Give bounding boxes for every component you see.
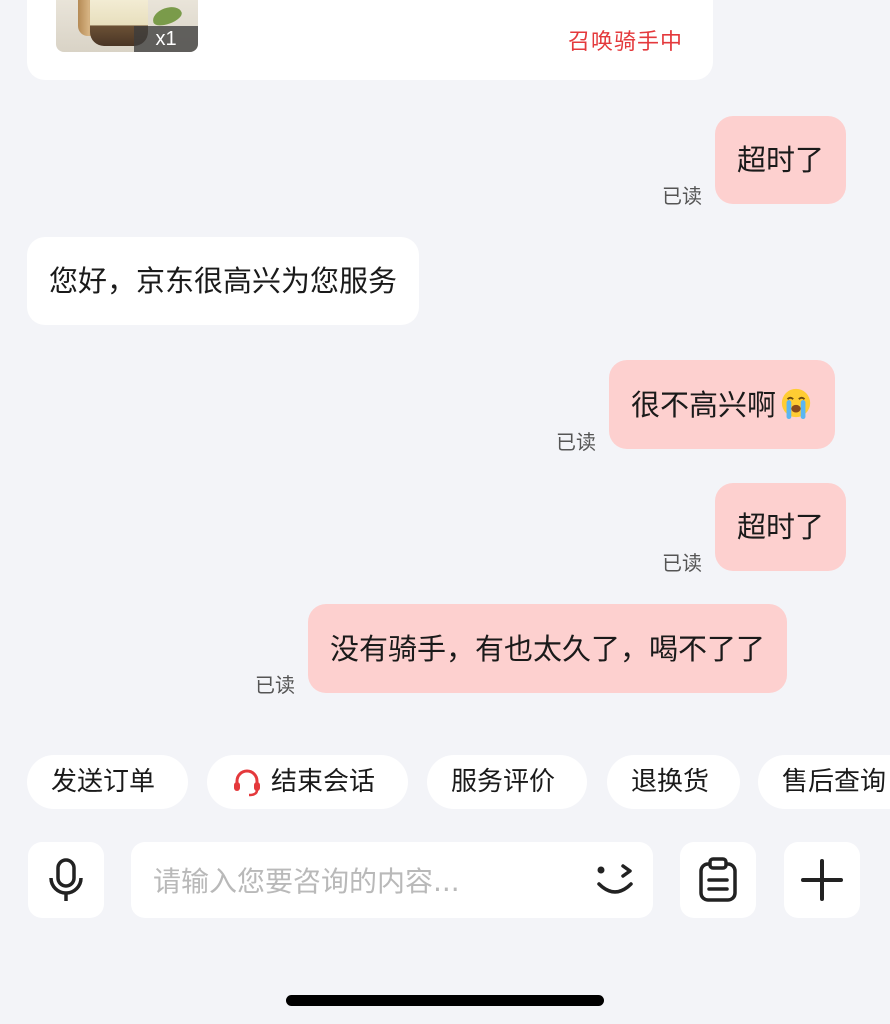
delivery-status: 召唤骑手中 [568, 30, 684, 55]
home-indicator[interactable] [286, 995, 604, 1006]
chip-label: 退换货 [631, 767, 710, 797]
read-receipt: 已读 [662, 551, 702, 575]
product-thumbnail[interactable]: x1 [56, 0, 198, 52]
voice-input-button[interactable] [28, 842, 104, 918]
message-input[interactable] [151, 842, 575, 920]
return-exchange-chip[interactable]: 退换货 [607, 755, 740, 809]
read-receipt: 已读 [662, 184, 702, 208]
chip-label: 服务评价 [451, 767, 556, 797]
message-text: 您好，京东很高兴为您服务 [49, 264, 398, 298]
more-options-button[interactable] [784, 842, 860, 918]
wink-face-icon[interactable] [593, 860, 637, 900]
send-order-chip[interactable]: 发送订单 [27, 755, 188, 809]
message-text: 很不高兴啊 [631, 387, 777, 422]
message-bubble-received[interactable]: 您好，京东很高兴为您服务 [27, 237, 420, 325]
read-receipt: 已读 [255, 673, 295, 697]
read-receipt: 已读 [556, 430, 596, 454]
end-session-chip[interactable]: 结束会话 [207, 755, 408, 809]
chip-label: 售后查询 [782, 767, 887, 797]
chip-label: 结束会话 [271, 767, 376, 797]
clipboard-button[interactable] [680, 842, 756, 918]
quick-actions-bar: 发送订单 结束会话 服务评价 退换货 售后查询 [0, 755, 890, 809]
chip-label: 发送订单 [51, 767, 156, 797]
product-image-leaf [150, 3, 184, 29]
message-text: 超时了 [737, 143, 825, 177]
message-input-box[interactable] [131, 842, 653, 920]
after-sales-query-chip[interactable]: 售后查询 [758, 755, 890, 809]
microphone-icon [49, 858, 83, 901]
message-bubble-sent[interactable]: 没有骑手，有也太久了，喝不了了 [308, 604, 788, 693]
clipboard-icon [699, 857, 737, 902]
message-bubble-sent[interactable]: 超时了 [715, 483, 847, 571]
message-text: 没有骑手，有也太久了，喝不了了 [330, 631, 766, 666]
message-bubble-sent[interactable]: 超时了 [715, 116, 847, 204]
message-text: 超时了 [737, 510, 825, 544]
message-bubble-sent[interactable]: 很不高兴啊 [609, 360, 836, 449]
headset-icon [234, 769, 260, 797]
plus-icon [801, 859, 843, 901]
service-rating-chip[interactable]: 服务评价 [427, 755, 587, 809]
loudly-crying-face-icon [781, 388, 811, 419]
quantity-badge: x1 [134, 26, 198, 52]
